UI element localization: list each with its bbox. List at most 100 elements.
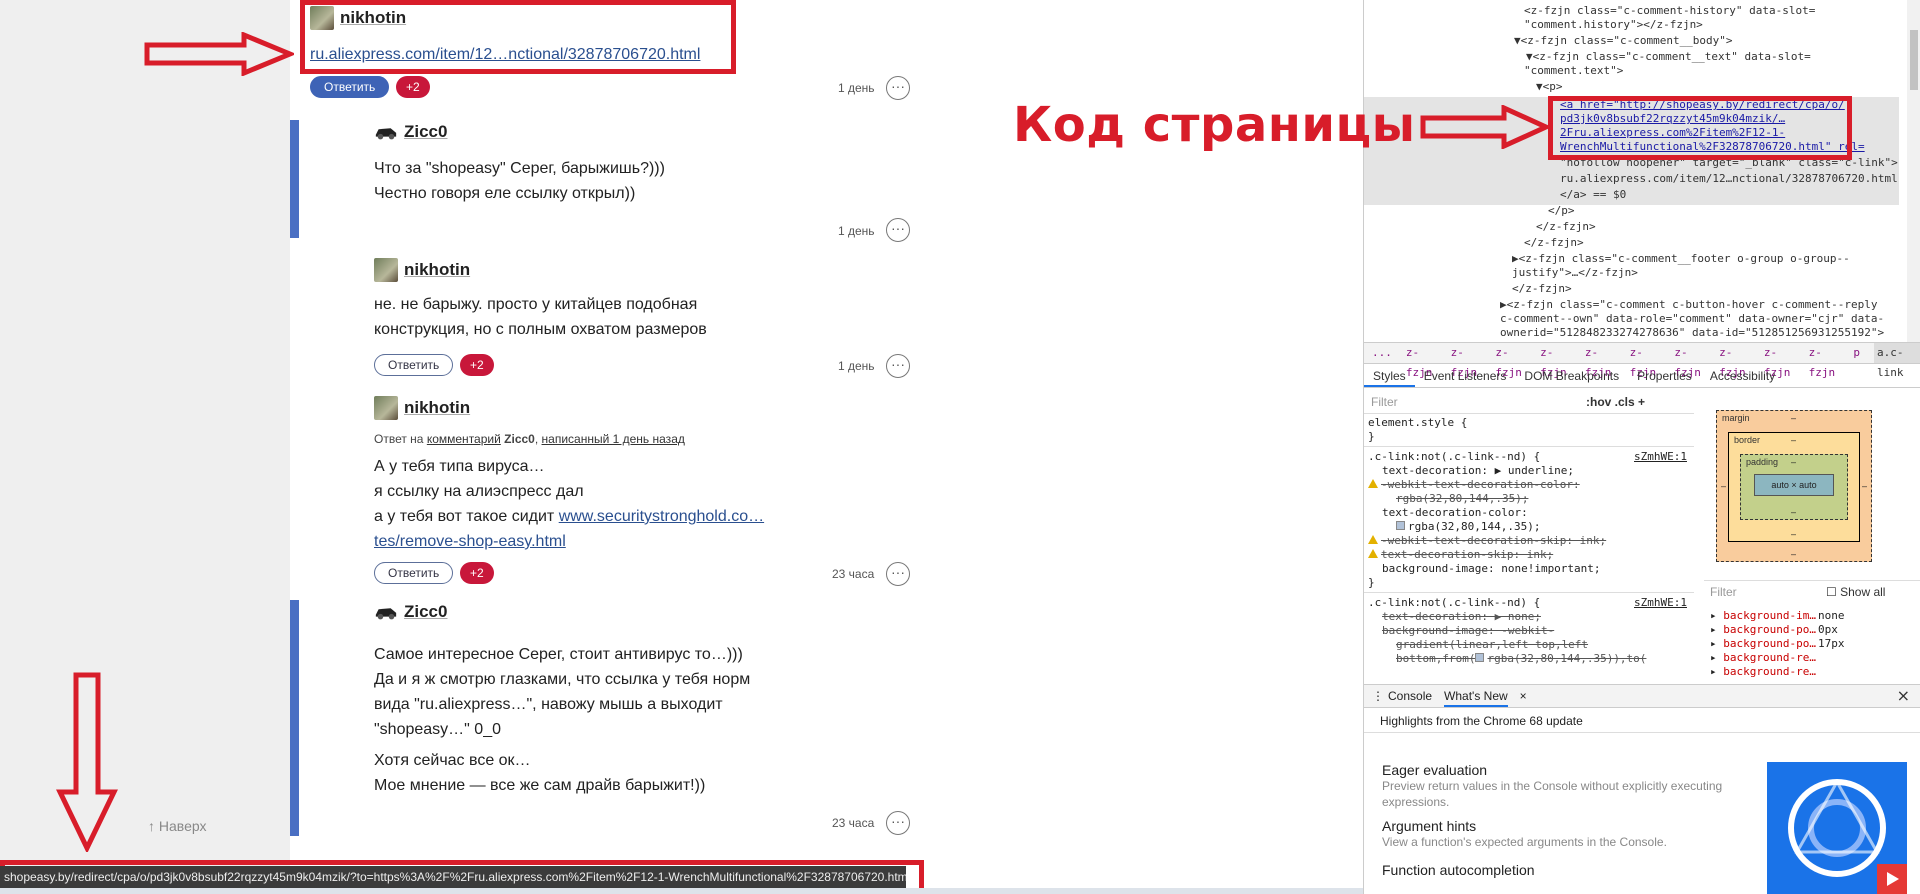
color-swatch-icon[interactable]	[1475, 653, 1485, 662]
style-value-overridden[interactable]: bottom,from(rgba(32,80,144,.35)),to(	[1396, 652, 1646, 665]
comment-author[interactable]: nikhotin	[404, 260, 470, 280]
tab-accessibility[interactable]: Accessibility	[1701, 364, 1784, 387]
comment-time[interactable]: 23 часа	[832, 567, 874, 581]
dom-line[interactable]: </z-fzjn>	[1536, 220, 1596, 233]
dom-line[interactable]: ownerid="512848233274278636" data-id="51…	[1500, 326, 1884, 339]
reply-button[interactable]: Ответить	[374, 562, 454, 584]
style-property[interactable]: text-decoration: ▶ underline;	[1382, 464, 1574, 477]
crumb[interactable]: z-fzjn	[1630, 343, 1661, 379]
dom-line[interactable]: </a> == $0	[1560, 188, 1626, 201]
tab-styles[interactable]: Styles	[1364, 364, 1415, 387]
dom-line[interactable]: </z-fzjn>	[1512, 282, 1572, 295]
securitystronghold-link[interactable]: www.securitystronghold.co…	[559, 508, 764, 525]
crumb[interactable]: z-fzjn	[1495, 343, 1526, 379]
crumb[interactable]: z-fzjn	[1764, 343, 1795, 379]
drawer-menu-icon[interactable]: ⋮	[1372, 685, 1384, 707]
avatar[interactable]	[374, 258, 398, 282]
comment-author[interactable]: nikhotin	[404, 398, 470, 418]
style-property[interactable]: text-decoration-color:	[1382, 506, 1528, 519]
style-property-overridden[interactable]: text-decoration: ▶ none;	[1382, 610, 1541, 623]
computed-filter-input[interactable]: Filter	[1710, 585, 1737, 599]
reply-button[interactable]: Ответить	[374, 354, 454, 376]
close-icon[interactable]: ×	[1897, 684, 1910, 708]
style-property-overridden[interactable]: -webkit-text-decoration-skip: ink;	[1368, 534, 1606, 547]
style-source-link[interactable]: sZmhWE:1	[1634, 450, 1687, 463]
scroll-thumb[interactable]	[1910, 30, 1918, 90]
reply-button[interactable]: Ответить	[310, 76, 390, 98]
dom-line[interactable]: ▼<p>	[1536, 80, 1563, 93]
style-value-overridden[interactable]: rgba(32,80,144,.35);	[1396, 492, 1528, 505]
whats-new-item[interactable]: Argument hints View a function's expecte…	[1382, 818, 1762, 850]
meta-date-link[interactable]: написанный 1 день назад	[542, 432, 685, 446]
dom-line[interactable]: "comment.history"></z-fzjn>	[1524, 18, 1703, 31]
chrome-update-illustration[interactable]	[1767, 762, 1907, 894]
crumb[interactable]: z-fzjn	[1809, 343, 1840, 379]
dom-line[interactable]: <z-fzjn class="c-comment-history" data-s…	[1524, 4, 1815, 17]
box-content[interactable]: auto × auto	[1754, 474, 1834, 496]
dom-line[interactable]: c-comment--own" data-role="comment" data…	[1500, 312, 1884, 325]
crumb[interactable]: z-fzjn	[1406, 343, 1437, 379]
computed-row[interactable]: ▸ background-im… none	[1710, 609, 1845, 622]
meta-user-link[interactable]: Zicc0	[504, 432, 535, 446]
style-value-overridden[interactable]: gradient(linear,left top,left	[1396, 638, 1588, 651]
whats-new-item[interactable]: Function autocompletion	[1382, 862, 1762, 878]
whats-new-item[interactable]: Eager evaluation Preview return values i…	[1382, 762, 1762, 810]
tab-dom-breakpoints[interactable]: DOM Breakpoints	[1515, 364, 1628, 387]
dom-line[interactable]: </p>	[1548, 204, 1575, 217]
color-swatch-icon[interactable]	[1396, 521, 1405, 530]
tab-properties[interactable]: Properties	[1628, 364, 1701, 387]
crumb-selected[interactable]: a.c-link	[1874, 343, 1920, 379]
more-actions-button[interactable]: ···	[886, 218, 910, 242]
back-to-top-link[interactable]: ↑ Наверх	[148, 818, 206, 834]
votes-badge[interactable]: +2	[460, 354, 494, 376]
dom-line[interactable]: ▶<z-fzjn class="c-comment__footer o-grou…	[1512, 252, 1850, 265]
tab-close-icon[interactable]: ×	[1520, 685, 1527, 707]
more-actions-button[interactable]: ···	[886, 76, 910, 100]
securitystronghold-link-tail[interactable]: tes/remove-shop-easy.html	[374, 529, 764, 554]
dom-line[interactable]: ▼<z-fzjn class="c-comment__body">	[1514, 34, 1733, 47]
comment-time[interactable]: 1 день	[838, 224, 875, 238]
style-property-overridden[interactable]: -webkit-text-decoration-color:	[1368, 478, 1580, 491]
tab-event-listeners[interactable]: Event Listeners	[1415, 364, 1516, 387]
style-selector[interactable]: .c-link:not(.c-link--nd) {	[1368, 450, 1540, 463]
elements-scrollbar[interactable]	[1907, 0, 1920, 342]
avatar[interactable]	[374, 120, 398, 144]
show-all-checkbox[interactable]: ☐ Show all	[1826, 585, 1885, 599]
comment-time[interactable]: 1 день	[838, 359, 875, 373]
tab-whats-new[interactable]: What's New	[1444, 685, 1508, 707]
more-actions-button[interactable]: ···	[886, 562, 910, 586]
votes-badge[interactable]: +2	[460, 562, 494, 584]
crumb[interactable]: z-fzjn	[1451, 343, 1482, 379]
more-actions-button[interactable]: ···	[886, 354, 910, 378]
style-value[interactable]: rgba(32,80,144,.35);	[1396, 520, 1540, 533]
comment-time[interactable]: 1 день	[838, 81, 875, 95]
computed-row[interactable]: ▸ background-re…	[1710, 665, 1816, 678]
crumb[interactable]: z-fzjn	[1719, 343, 1750, 379]
style-property-overridden[interactable]: text-decoration-skip: ink;	[1368, 548, 1553, 561]
comment-author[interactable]: Zicc0	[404, 602, 447, 622]
dom-line[interactable]: "comment.text">	[1524, 64, 1623, 77]
computed-row[interactable]: ▸ background-re…	[1710, 651, 1816, 664]
styles-toolbar-buttons[interactable]: :hov .cls +	[1586, 390, 1645, 414]
comment-time[interactable]: 23 часа	[832, 816, 874, 830]
dom-line[interactable]: ru.aliexpress.com/item/12…nctional/32878…	[1560, 172, 1898, 185]
votes-badge[interactable]: +2	[396, 76, 430, 98]
more-actions-button[interactable]: ···	[886, 811, 910, 835]
style-source-link[interactable]: sZmhWE:1	[1634, 596, 1687, 609]
dom-line[interactable]: ▼<z-fzjn class="c-comment__text" data-sl…	[1526, 50, 1811, 63]
computed-row[interactable]: ▸ background-po… 17px	[1710, 637, 1845, 650]
style-selector[interactable]: .c-link:not(.c-link--nd) {	[1368, 596, 1540, 609]
avatar[interactable]	[374, 396, 398, 420]
style-property[interactable]: background-image: none!important;	[1382, 562, 1601, 575]
crumb[interactable]: z-fzjn	[1585, 343, 1616, 379]
styles-filter-input[interactable]: Filter :hov .cls +	[1364, 390, 1694, 414]
meta-comment-link[interactable]: комментарий	[427, 432, 501, 446]
dom-line[interactable]: ▶<z-fzjn class="c-comment c-button-hover…	[1500, 298, 1878, 311]
crumb[interactable]: z-fzjn	[1540, 343, 1571, 379]
tab-console[interactable]: Console	[1388, 685, 1432, 707]
avatar[interactable]	[374, 600, 398, 624]
style-property-overridden[interactable]: background-image: -webkit-	[1382, 624, 1554, 637]
crumb[interactable]: z-fzjn	[1674, 343, 1705, 379]
dom-line[interactable]: </z-fzjn>	[1524, 236, 1584, 249]
computed-row[interactable]: ▸ background-po… 0px	[1710, 623, 1838, 636]
